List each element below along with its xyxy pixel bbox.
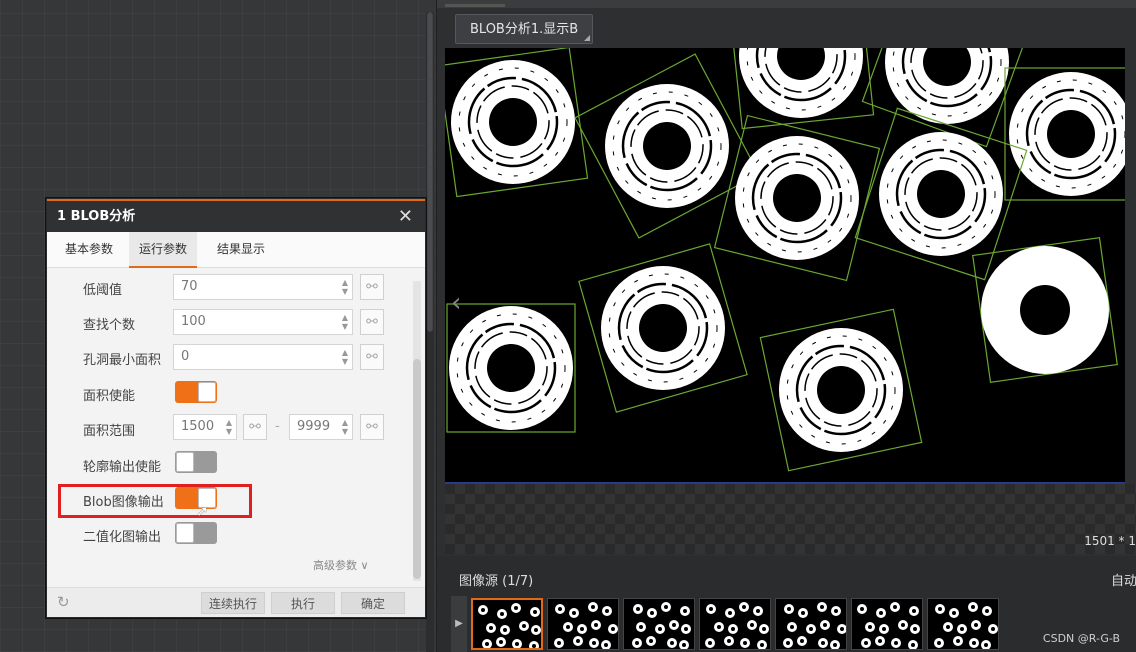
expand-arrow-icon[interactable]: ▶ [451,596,467,652]
canvas-background [445,484,1136,554]
close-icon[interactable]: ✕ [398,201,413,232]
blob-11 [972,237,1118,383]
area-range-min-value: 1500 [181,419,215,434]
contour-output-toggle[interactable] [175,451,217,473]
blob-10 [759,308,923,472]
dialog-title: 1 BLOB分析 [57,209,136,224]
link-icon[interactable]: ⚯ [360,344,384,370]
blob-4 [861,48,1033,148]
dialog-header: 1 BLOB分析 ✕ [47,199,425,232]
toggle-knob [176,523,194,543]
image-thumbnail[interactable] [927,598,999,650]
top-strip [437,0,1136,8]
view-tab-label: BLOB分析1.显示B [470,22,579,37]
image-viewer-panel: BLOB分析1.显示B ‹ 1501 * 1 图像源 (1/7) 自动 ▶ CS… [436,0,1136,652]
area-enable-label: 面积使能 [83,389,136,404]
toggle-knob [176,452,194,472]
view-tab[interactable]: BLOB分析1.显示B [455,14,594,44]
image-thumbnail[interactable] [851,598,923,650]
image-source-title: 图像源 (1/7) [459,574,534,589]
image-viewport[interactable] [445,48,1125,484]
dialog-scrollbar[interactable] [413,281,421,581]
find-count-input[interactable]: 100 ▲ ▼ [173,309,353,335]
image-thumbnail[interactable] [699,598,771,650]
blob-6 [713,114,881,282]
spinner-icon[interactable]: ▲ ▼ [342,313,348,331]
watermark: CSDN @R-G-B [1042,632,1120,645]
advanced-params-link[interactable]: 高级参数 ∨ [313,557,369,573]
spinner-icon[interactable]: ▲ ▼ [342,348,348,366]
toggle-knob [198,382,216,402]
ok-button[interactable]: 确定 [341,592,405,614]
chevron-left-icon[interactable]: ‹ [451,288,461,318]
image-thumbnail[interactable] [623,598,695,650]
find-count-value: 100 [181,314,206,329]
low-threshold-value: 70 [181,279,198,294]
scrollbar-thumb[interactable] [427,12,433,332]
image-thumbnail[interactable] [471,598,543,650]
resolution-readout: 1501 * 1 [1084,534,1136,548]
area-enable-toggle[interactable] [175,381,217,403]
annotation-highlight [58,484,252,518]
binary-image-output-toggle[interactable] [175,522,217,544]
link-icon[interactable]: ⚯ [360,274,384,300]
binary-image-output-label: 二值化图输出 [83,530,162,545]
blob-1 [445,48,589,198]
tab-corner-icon [584,35,591,41]
tab-result-display[interactable]: 结果显示 [207,232,275,268]
dialog-footer: ↻ 连续执行 执行 确定 [47,587,425,617]
low-threshold-label: 低阈值 [83,283,123,298]
auto-label[interactable]: 自动 [1111,570,1136,589]
link-icon[interactable]: ⚯ [243,414,267,440]
area-range-max-input[interactable]: 9999 ▲ ▼ [289,414,353,440]
image-source-bar: 图像源 (1/7) 自动 ▶ [437,556,1136,652]
find-count-label: 查找个数 [83,318,136,333]
blob-8 [446,303,576,433]
area-range-label: 面积范围 [83,424,136,439]
blob-5 [1004,67,1125,201]
area-range-max-value: 9999 [297,419,331,434]
area-range-min-input[interactable]: 1500 ▲ ▼ [173,414,237,440]
contour-output-label: 轮廓输出使能 [83,460,162,475]
min-hole-area-value: 0 [181,349,190,364]
blob-9 [578,243,748,413]
blob-7 [854,107,1028,281]
continuous-run-button[interactable]: 连续执行 [201,592,265,614]
mouse-cursor-icon: ➚ [196,502,209,520]
link-icon[interactable]: ⚯ [360,414,384,440]
tab-basic-params[interactable]: 基本参数 [55,232,123,268]
image-thumbnail[interactable] [775,598,847,650]
blob-analysis-dialog: 1 BLOB分析 ✕ 基本参数 运行参数 结果显示 低阈值 70 ▲ ▼ ⚯ 查找… [46,198,426,618]
run-button[interactable]: 执行 [271,592,335,614]
min-hole-area-input[interactable]: 0 ▲ ▼ [173,344,353,370]
low-threshold-input[interactable]: 70 ▲ ▼ [173,274,353,300]
spinner-icon[interactable]: ▲ ▼ [342,278,348,296]
tab-run-params[interactable]: 运行参数 [129,232,198,268]
range-separator: - [275,419,280,434]
min-hole-area-label: 孔洞最小面积 [83,353,162,368]
tab-bar: 基本参数 运行参数 结果显示 [47,232,425,268]
spinner-icon[interactable]: ▲ ▼ [226,418,232,436]
refresh-icon[interactable]: ↻ [57,593,70,611]
canvas-scrollbar[interactable] [426,12,434,652]
blob-2 [574,53,760,239]
image-thumbnail[interactable] [547,598,619,650]
link-icon[interactable]: ⚯ [360,309,384,335]
dialog-scrollbar-thumb[interactable] [413,359,421,579]
spinner-icon[interactable]: ▲ ▼ [342,418,348,436]
